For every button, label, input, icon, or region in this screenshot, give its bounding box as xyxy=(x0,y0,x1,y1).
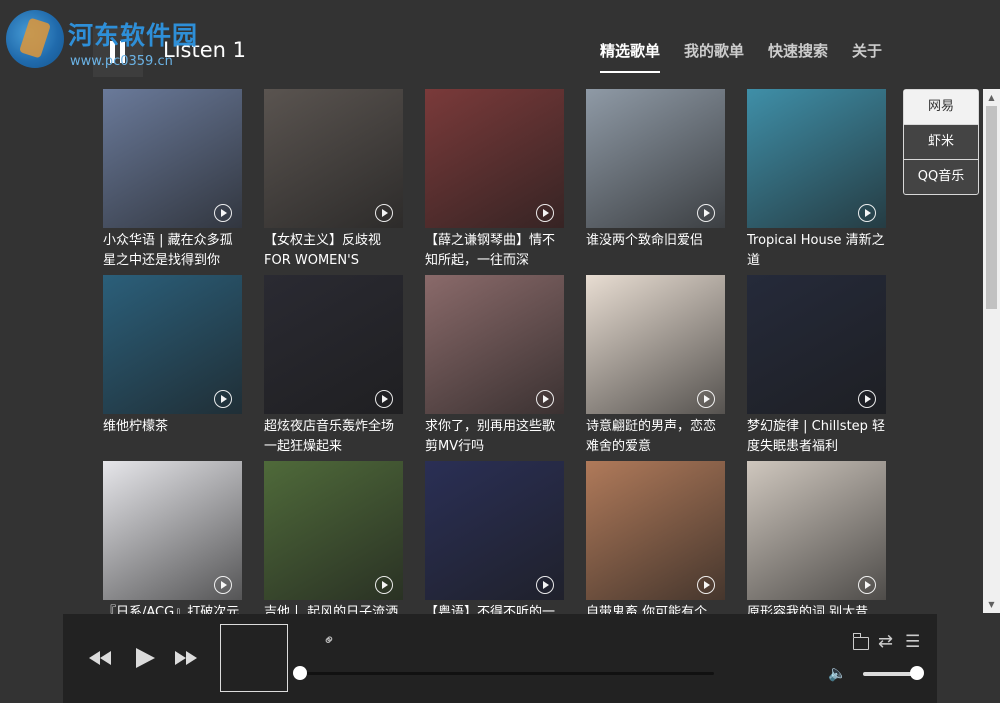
play-circle-icon[interactable] xyxy=(214,204,232,222)
playlist-card[interactable]: 小众华语 | 藏在众多孤星之中还是找得到你 xyxy=(103,89,242,270)
tab-my-playlists[interactable]: 我的歌单 xyxy=(684,38,744,73)
play-circle-icon[interactable] xyxy=(536,390,554,408)
playlist-grid: 小众华语 | 藏在众多孤星之中还是找得到你 【女权主义】反歧视 FOR WOMEN… xyxy=(103,89,893,614)
playlist-title[interactable]: 吉他丨 起风的日子流洒 xyxy=(264,603,403,614)
watermark-url: www.pc0359.cn xyxy=(70,54,173,69)
play-circle-icon[interactable] xyxy=(375,204,393,222)
source-selector: 网易 虾米 QQ音乐 xyxy=(903,89,979,195)
play-circle-icon[interactable] xyxy=(697,576,715,594)
playlist-title[interactable]: 梦幻旋律 | Chillstep 轻度失眠患者福利 xyxy=(747,417,886,456)
playlist-title[interactable]: 原形容我的词 别太昔 xyxy=(747,603,886,614)
prev-icon[interactable] xyxy=(89,651,113,665)
album-cover xyxy=(220,624,288,692)
playlist-title[interactable]: 谁没两个致命旧爱侣 xyxy=(586,231,725,270)
play-circle-icon[interactable] xyxy=(375,390,393,408)
playlist-cover[interactable] xyxy=(586,461,725,600)
playlist-card[interactable]: 吉他丨 起风的日子流洒 xyxy=(264,461,403,614)
playlist-card[interactable]: 超炫夜店音乐轰炸全场 一起狂燥起来 xyxy=(264,275,403,456)
progress-handle[interactable] xyxy=(293,666,307,680)
playlist-card[interactable]: 求你了，别再用这些歌剪MV行吗 xyxy=(425,275,564,456)
play-circle-icon[interactable] xyxy=(858,390,876,408)
play-circle-icon[interactable] xyxy=(214,576,232,594)
play-circle-icon[interactable] xyxy=(697,390,715,408)
playlist-card[interactable]: 【薛之谦钢琴曲】情不知所起，一往而深 xyxy=(425,89,564,270)
source-xiami[interactable]: 虾米 xyxy=(904,124,978,159)
playlist-card[interactable]: 自带鬼畜 你可能有个 xyxy=(586,461,725,614)
playlist-card[interactable]: 维他柠檬茶 xyxy=(103,275,242,456)
play-icon[interactable] xyxy=(136,648,155,668)
playlist-title[interactable]: 超炫夜店音乐轰炸全场 一起狂燥起来 xyxy=(264,417,403,456)
playlist-title[interactable]: 维他柠檬茶 xyxy=(103,417,242,456)
player-bar: ⚭ ⇄ ☰ 🔈 xyxy=(63,614,937,703)
playlist-title[interactable]: 【粤语】不得不听的一 xyxy=(425,603,564,614)
list-icon[interactable]: ☰ xyxy=(905,632,920,652)
playlist-title[interactable]: 诗意翩跹的男声，恋恋难舍的爱意 xyxy=(586,417,725,456)
playlist-cover[interactable] xyxy=(586,89,725,228)
playlist-cover[interactable] xyxy=(747,89,886,228)
playlist-title[interactable]: 【女权主义】反歧视 FOR WOMEN'S MARCH xyxy=(264,231,403,270)
watermark-title: 河东软件园 xyxy=(68,21,199,50)
progress-bar[interactable] xyxy=(293,666,714,680)
playlist-cover[interactable] xyxy=(103,461,242,600)
tab-featured-playlists[interactable]: 精选歌单 xyxy=(600,38,661,73)
playlist-title[interactable]: Tropical House 清新之道 xyxy=(747,231,886,270)
play-circle-icon[interactable] xyxy=(858,576,876,594)
play-circle-icon[interactable] xyxy=(375,576,393,594)
volume-icon[interactable]: 🔈 xyxy=(828,664,847,682)
play-circle-icon[interactable] xyxy=(214,390,232,408)
link-icon[interactable]: ⚭ xyxy=(318,629,340,651)
playlist-cover[interactable] xyxy=(586,275,725,414)
playlist-card[interactable]: 【女权主义】反歧视 FOR WOMEN'S MARCH xyxy=(264,89,403,270)
source-qq-music[interactable]: QQ音乐 xyxy=(904,159,978,194)
playlist-cover[interactable] xyxy=(264,461,403,600)
volume-handle[interactable] xyxy=(910,666,924,680)
source-netease[interactable]: 网易 xyxy=(904,90,978,124)
playlist-cover[interactable] xyxy=(747,461,886,600)
playlist-card[interactable]: Tropical House 清新之道 xyxy=(747,89,886,270)
playlist-cover[interactable] xyxy=(264,275,403,414)
playlist-card[interactable]: 诗意翩跹的男声，恋恋难舍的爱意 xyxy=(586,275,725,456)
repeat-icon[interactable]: ⇄ xyxy=(878,631,893,652)
scroll-up-icon[interactable]: ▲ xyxy=(983,89,1000,106)
next-icon[interactable] xyxy=(175,651,199,665)
play-circle-icon[interactable] xyxy=(858,204,876,222)
playlist-title[interactable]: 自带鬼畜 你可能有个 xyxy=(586,603,725,614)
play-circle-icon[interactable] xyxy=(536,204,554,222)
scroll-thumb[interactable] xyxy=(986,106,997,309)
playlist-title[interactable]: 【薛之谦钢琴曲】情不知所起，一往而深 xyxy=(425,231,564,270)
play-circle-icon[interactable] xyxy=(697,204,715,222)
watermark-logo-icon xyxy=(6,10,64,68)
main-nav: 精选歌单 我的歌单 快速搜索 关于 xyxy=(600,38,882,73)
volume-slider[interactable] xyxy=(863,666,924,680)
playlist-cover[interactable] xyxy=(425,275,564,414)
playlist-card[interactable]: 谁没两个致命旧爱侣 xyxy=(586,89,725,270)
playlist-card[interactable]: 梦幻旋律 | Chillstep 轻度失眠患者福利 xyxy=(747,275,886,456)
playlist-title[interactable]: 小众华语 | 藏在众多孤星之中还是找得到你 xyxy=(103,231,242,270)
playlist-cover[interactable] xyxy=(103,275,242,414)
play-circle-icon[interactable] xyxy=(536,576,554,594)
playlist-card[interactable]: 『日系/ACG』打破次元的壁 xyxy=(103,461,242,614)
playlist-card[interactable]: 【粤语】不得不听的一 xyxy=(425,461,564,614)
folder-icon[interactable] xyxy=(852,633,869,650)
playlist-cover[interactable] xyxy=(425,89,564,228)
playlist-card[interactable]: 原形容我的词 别太昔 xyxy=(747,461,886,614)
scrollbar[interactable]: ▲ ▼ xyxy=(983,89,1000,613)
scroll-down-icon[interactable]: ▼ xyxy=(983,596,1000,613)
tab-about[interactable]: 关于 xyxy=(852,38,882,73)
playlist-title[interactable]: 求你了，别再用这些歌剪MV行吗 xyxy=(425,417,564,456)
tab-quick-search[interactable]: 快速搜索 xyxy=(768,38,828,73)
watermark: 河东软件园 www.pc0359.cn xyxy=(4,6,244,72)
playlist-cover[interactable] xyxy=(425,461,564,600)
playlist-cover[interactable] xyxy=(747,275,886,414)
playlist-cover[interactable] xyxy=(103,89,242,228)
playlist-cover[interactable] xyxy=(264,89,403,228)
playlist-title[interactable]: 『日系/ACG』打破次元的壁 xyxy=(103,603,242,614)
